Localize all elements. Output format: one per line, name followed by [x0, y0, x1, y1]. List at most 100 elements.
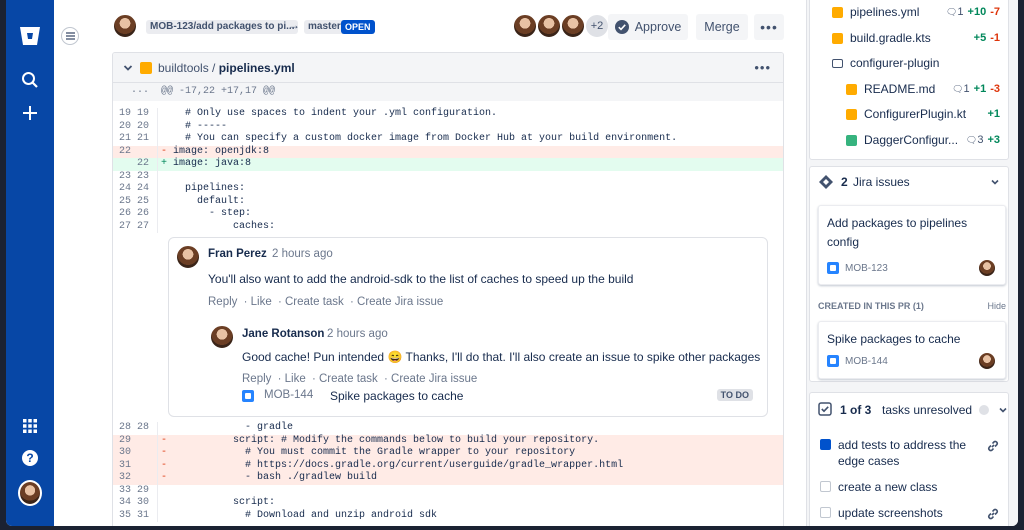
line-numbers[interactable]: 33 29 — [113, 485, 157, 498]
jira-diamond-icon — [819, 175, 833, 189]
diff-sign: - — [161, 434, 168, 446]
chevron-down-icon[interactable] — [122, 62, 134, 74]
create-icon[interactable] — [18, 101, 42, 125]
line-numbers[interactable]: 24 24 — [113, 183, 157, 196]
code-text: caches: — [173, 220, 276, 232]
line-numbers[interactable]: 28 28 — [113, 422, 157, 435]
line-numbers[interactable]: 34 30 — [113, 497, 157, 510]
code-text: script: — [173, 497, 276, 508]
file-tree-item[interactable]: ConfigurerPlugin.kt +1 — [810, 105, 1000, 125]
jira-count: 2 — [841, 175, 848, 189]
expand-context-icon[interactable]: ... — [131, 85, 149, 96]
jira-issue-card[interactable]: Spike packages to cache MOB-144 — [818, 321, 1006, 379]
reply-link[interactable]: Reply — [242, 373, 271, 385]
linked-issue-key[interactable]: MOB-144 — [264, 389, 313, 401]
task-checkbox[interactable] — [820, 481, 831, 492]
file-tree-item[interactable]: DaggerConfigur... 🗨3 +3 — [810, 131, 1000, 151]
jira-issues-header[interactable]: 2 Jira issues — [810, 167, 1008, 197]
file-tree-name[interactable]: configurer-plugin — [850, 56, 939, 70]
file-icon — [832, 7, 843, 18]
jira-issue-card[interactable]: Add packages to pipelines config MOB-123 — [818, 205, 1006, 285]
linked-issue-title[interactable]: Spike packages to cache — [330, 389, 463, 403]
code-line: 26 26 - step: — [113, 208, 783, 221]
line-numbers[interactable]: 32 — [113, 472, 157, 485]
create-task-link[interactable]: Create task — [285, 296, 344, 308]
line-numbers[interactable]: 23 23 — [113, 171, 157, 184]
file-tree-name[interactable]: DaggerConfigur... — [864, 133, 958, 147]
file-tree-item[interactable]: pipelines.yml 🗨1 +10 -7 — [810, 3, 1000, 23]
gutter — [157, 120, 158, 133]
file-tree-name[interactable]: ConfigurerPlugin.kt — [864, 107, 966, 121]
files-changed-card: pipelines.yml 🗨1 +10 -7 build.gradle.kts +5 -1… — [809, 0, 1009, 160]
line-numbers[interactable]: 35 31 — [113, 510, 157, 523]
svg-text:?: ? — [26, 451, 33, 465]
merge-button[interactable]: Merge — [696, 14, 748, 40]
line-numbers[interactable]: 26 26 — [113, 208, 157, 221]
line-numbers[interactable]: 22 — [113, 145, 157, 158]
file-tree-name[interactable]: build.gradle.kts — [850, 31, 931, 45]
help-icon[interactable]: ? — [18, 446, 42, 470]
file-tree-name[interactable]: README.md — [864, 82, 935, 96]
chevron-down-icon[interactable] — [990, 177, 1000, 187]
like-link[interactable]: Like — [285, 373, 306, 385]
reviewer-avatar[interactable] — [560, 13, 586, 39]
create-task-link[interactable]: Create task — [319, 373, 378, 385]
reviewer-avatar[interactable] — [536, 13, 562, 39]
task-checkbox[interactable] — [820, 439, 831, 450]
comment-author[interactable]: Jane Rotanson — [242, 328, 324, 340]
source-branch[interactable]: MOB-123/add packages to pi... — [146, 20, 299, 34]
more-reviewers-badge[interactable]: +2 — [584, 13, 610, 39]
chevron-down-icon[interactable] — [998, 405, 1008, 415]
jira-story-icon — [827, 355, 839, 367]
hide-link[interactable]: Hide — [987, 301, 1006, 311]
tasks-header[interactable]: 1 of 3 tasks unresolved — [818, 401, 1008, 419]
bitbucket-logo-icon[interactable] — [18, 24, 42, 48]
diff-sign: - — [161, 447, 168, 458]
code-text: - bash ./gradlew build — [173, 472, 378, 483]
file-icon — [846, 83, 857, 95]
jira-issue-title: Add packages to pipelines config — [827, 214, 967, 252]
create-jira-issue-link[interactable]: Create Jira issue — [391, 373, 477, 385]
line-numbers[interactable]: 31 — [113, 459, 157, 472]
comment-time: 2 hours ago — [327, 328, 388, 340]
target-branch[interactable]: master — [304, 20, 345, 34]
gutter — [157, 447, 158, 460]
profile-avatar[interactable] — [18, 480, 42, 506]
pr-header: MOB-123/add packages to pi... → master O… — [54, 0, 806, 52]
file-stats: +5 -1 — [974, 32, 1000, 44]
line-numbers[interactable]: 21 21 — [113, 133, 157, 146]
file-more-icon[interactable]: ••• — [754, 60, 771, 75]
task-checkbox[interactable] — [820, 507, 831, 518]
reply-link[interactable]: Reply — [208, 296, 237, 308]
line-numbers[interactable]: 25 25 — [113, 196, 157, 209]
line-numbers[interactable]: 29 — [113, 434, 157, 447]
link-icon[interactable] — [986, 507, 1000, 525]
search-icon[interactable] — [18, 68, 42, 92]
line-numbers[interactable]: 30 — [113, 447, 157, 460]
gutter — [157, 472, 158, 485]
line-numbers[interactable]: 22 — [113, 158, 157, 171]
more-actions-button[interactable]: ••• — [754, 14, 784, 40]
file-tree-name[interactable]: pipelines.yml — [850, 5, 919, 19]
file-tree-item[interactable]: README.md 🗨1 +1 -3 — [810, 80, 1000, 100]
code-text: script: # Modify the commands below to b… — [173, 434, 600, 446]
create-jira-issue-link[interactable]: Create Jira issue — [357, 296, 443, 308]
comment-author[interactable]: Fran Perez — [208, 248, 267, 260]
like-link[interactable]: Like — [251, 296, 272, 308]
collapse-sidebar-button[interactable] — [61, 27, 79, 45]
line-numbers[interactable]: 20 20 — [113, 121, 157, 134]
gutter — [157, 183, 158, 196]
line-numbers[interactable]: 27 27 — [113, 221, 157, 234]
code-text: image: java:8 — [173, 158, 252, 169]
file-tree-item[interactable]: build.gradle.kts +5 -1 — [810, 29, 1000, 49]
file-tree-item[interactable]: configurer-plugin — [810, 54, 1000, 74]
file-name[interactable]: pipelines.yml — [219, 61, 295, 75]
reviewer-avatar[interactable] — [512, 13, 538, 39]
gutter — [157, 459, 158, 472]
line-numbers[interactable]: 19 19 — [113, 108, 157, 121]
file-icon — [846, 109, 857, 120]
linked-jira-issue[interactable]: MOB-144 Spike packages to cache TO DO — [215, 386, 761, 406]
approve-button[interactable]: Approve — [608, 14, 688, 40]
link-icon[interactable] — [986, 439, 1000, 457]
app-switcher-icon[interactable] — [18, 414, 42, 438]
